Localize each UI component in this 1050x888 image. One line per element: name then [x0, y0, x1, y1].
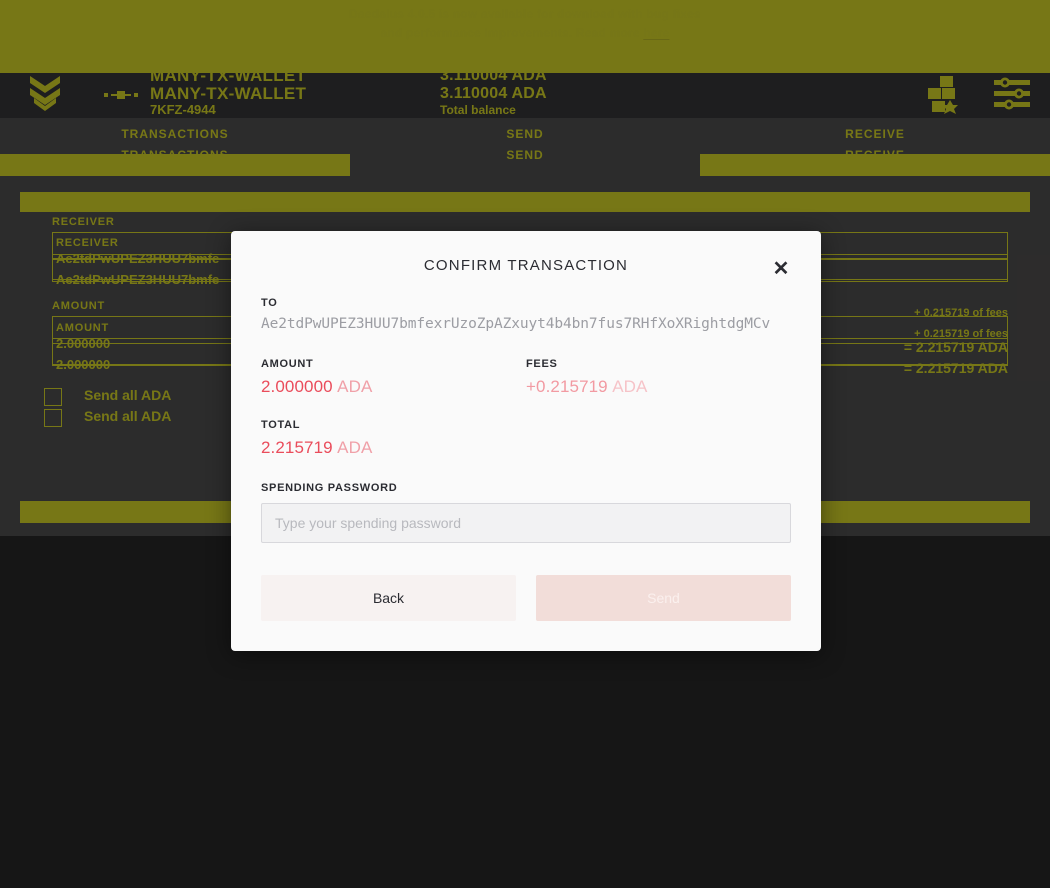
to-address: Ae2tdPwUPEZ3HUU7bmfexrUzoZpAZxuyt4b4bn7f…	[261, 316, 771, 332]
daedalus-wallet-window: Daedalus 4.0.5 is now available for down…	[0, 0, 1050, 888]
fees-value: +0.215719	[526, 377, 608, 396]
amount-value-row: 2.000000 ADA	[261, 377, 526, 397]
fees-label: FEES	[526, 358, 558, 370]
amount-fees-row: AMOUNT 2.000000 ADA FEES +0.215719 ADA	[261, 358, 791, 397]
modal-actions: Back Send	[261, 575, 791, 621]
confirm-transaction-dialog: CONFIRM TRANSACTION ✕ TO Ae2tdPwUPEZ3HUU…	[231, 231, 821, 651]
spending-password-input[interactable]	[261, 503, 791, 543]
to-label: TO	[261, 297, 278, 309]
fees-column: FEES +0.215719 ADA	[526, 358, 791, 397]
amount-label: AMOUNT	[261, 358, 314, 370]
total-unit: ADA	[337, 438, 373, 457]
total-block: TOTAL 2.215719 ADA	[261, 419, 791, 458]
total-label: TOTAL	[261, 419, 301, 431]
modal-title: CONFIRM TRANSACTION	[423, 257, 629, 274]
total-value: 2.215719	[261, 438, 333, 457]
amount-value: 2.000000	[261, 377, 333, 396]
spending-password-label: SPENDING PASSWORD	[261, 482, 398, 494]
total-value-row: 2.215719 ADA	[261, 438, 791, 458]
fees-value-row: +0.215719 ADA	[526, 377, 791, 397]
fees-unit: ADA	[612, 377, 648, 396]
amount-column: AMOUNT 2.000000 ADA	[261, 358, 526, 397]
close-icon[interactable]: ✕	[767, 255, 795, 283]
back-button[interactable]: Back	[261, 575, 516, 621]
modal-header: CONFIRM TRANSACTION ✕	[261, 231, 791, 297]
amount-unit: ADA	[337, 377, 373, 396]
send-button: Send	[536, 575, 791, 621]
